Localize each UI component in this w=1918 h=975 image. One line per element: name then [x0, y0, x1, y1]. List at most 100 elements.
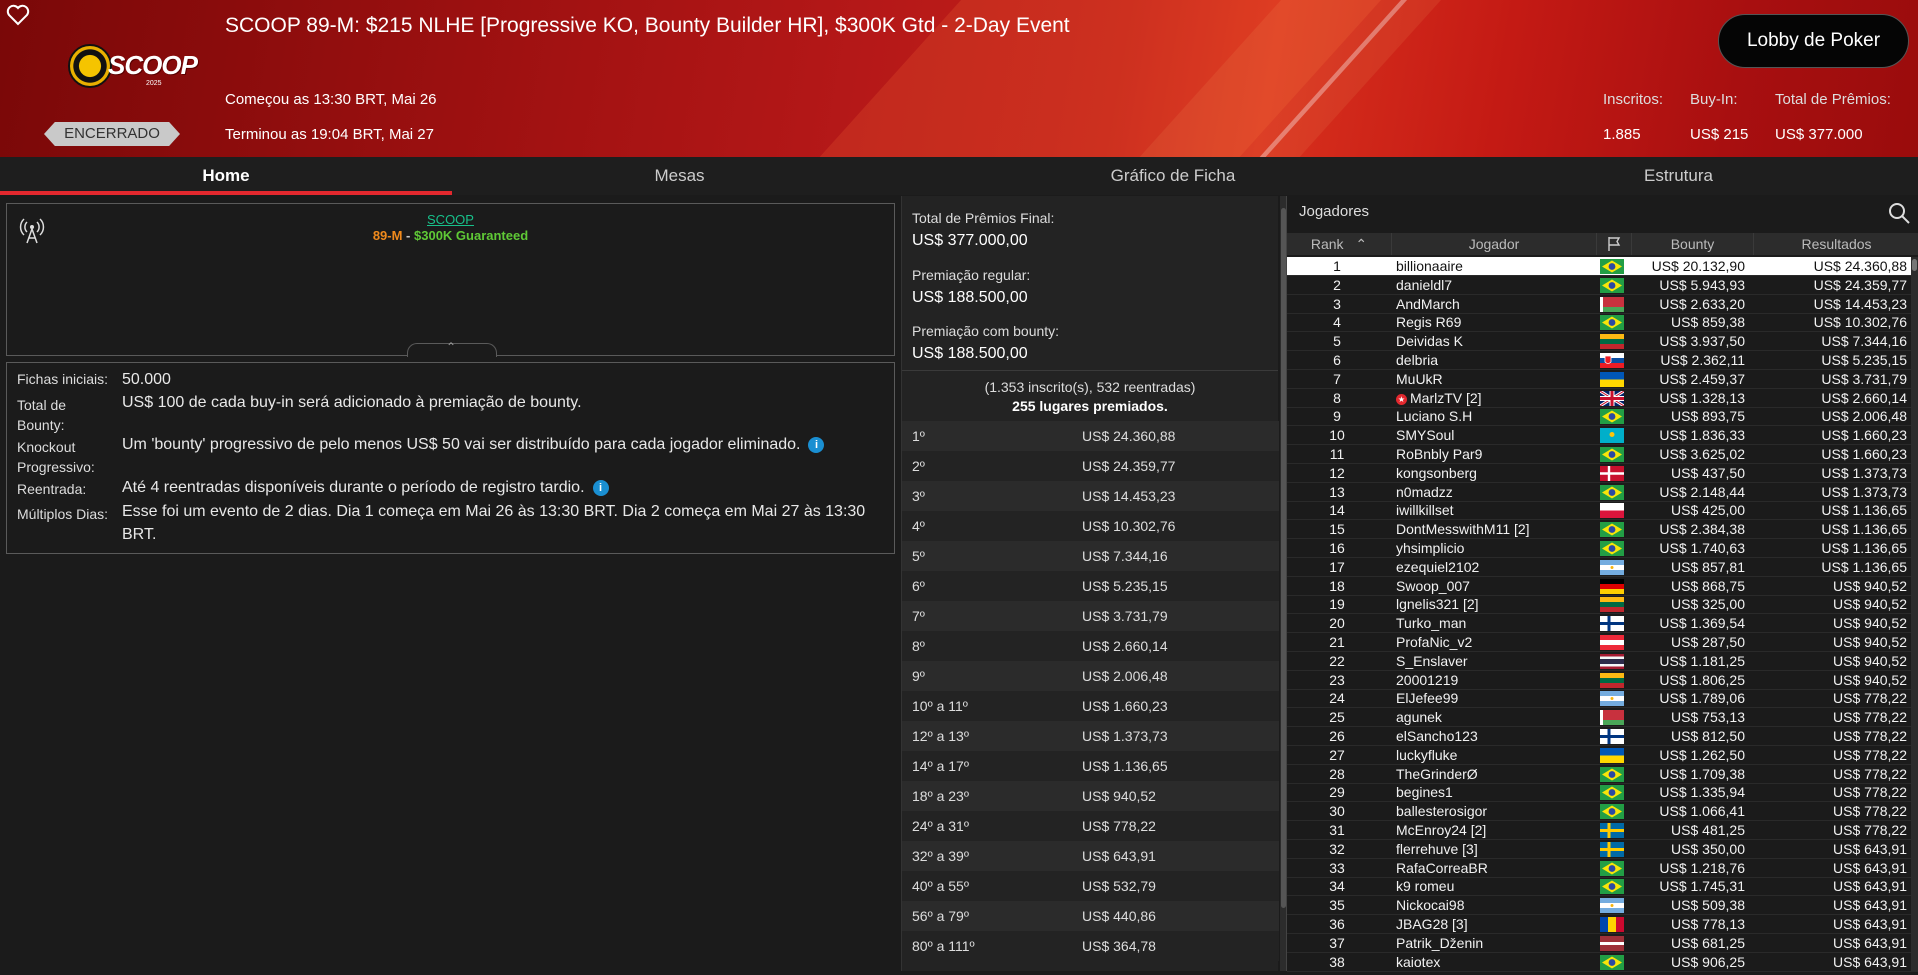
player-row[interactable]: 16 yhsimplicio US$ 1.740,63 US$ 1.136,65: [1287, 539, 1918, 558]
player-name: agunek: [1396, 709, 1442, 726]
flag-br-icon: [1600, 954, 1624, 970]
prize-row: 12º a 13º US$ 1.373,73: [902, 721, 1279, 751]
player-row[interactable]: 20 Turko_man US$ 1.369,54 US$ 940,52: [1287, 614, 1918, 634]
player-row[interactable]: 23 20001219 US$ 1.806,25 US$ 940,52: [1287, 671, 1918, 690]
player-row[interactable]: 27 luckyfluke US$ 1.262,50 US$ 778,22: [1287, 746, 1918, 765]
prize-row: 14º a 17º US$ 1.136,65: [902, 751, 1279, 781]
column-results[interactable]: Resultados: [1754, 233, 1918, 255]
player-bounty: US$ 5.943,93: [1659, 276, 1745, 293]
player-row[interactable]: 28 TheGrinderØ US$ 1.709,38 US$ 778,22: [1287, 765, 1918, 784]
player-row[interactable]: 19 lgnelis321 [2] US$ 325,00 US$ 940,52: [1287, 595, 1918, 615]
player-row[interactable]: 9 Luciano S.H US$ 893,75 US$ 2.006,48: [1287, 407, 1918, 427]
tab-chip-graph[interactable]: Gráfico de Ficha: [907, 157, 1439, 195]
prize-place: 2º: [912, 458, 925, 474]
entrants-label: Inscritos:: [1603, 91, 1664, 108]
tab-home[interactable]: Home: [0, 157, 452, 195]
player-row[interactable]: 7 MuUkR US$ 2.459,37 US$ 3.731,79: [1287, 370, 1918, 389]
player-bounty: US$ 906,25: [1671, 953, 1745, 970]
player-row[interactable]: 25 agunek US$ 753,13 US$ 778,22: [1287, 708, 1918, 728]
player-row[interactable]: 35 Nickocai98 US$ 509,38 US$ 643,91: [1287, 896, 1918, 916]
player-bounty: US$ 350,00: [1671, 840, 1745, 857]
entrants-value: 1.885: [1603, 126, 1641, 143]
player-row[interactable]: 34 k9 romeu US$ 1.745,31 US$ 643,91: [1287, 877, 1918, 897]
player-row[interactable]: 30 ballesterosigor US$ 1.066,41 US$ 778,22: [1287, 802, 1918, 822]
player-row[interactable]: 31 McEnroy24 [2] US$ 481,25 US$ 778,22: [1287, 821, 1918, 840]
player-row[interactable]: 18 Swoop_007 US$ 868,75 US$ 940,52: [1287, 577, 1918, 596]
player-name: MuUkR: [1396, 370, 1443, 387]
player-result: US$ 1.373,73: [1821, 483, 1907, 500]
player-row[interactable]: 11 RoBnbly Par9 US$ 3.625,02 US$ 1.660,23: [1287, 445, 1918, 464]
player-row[interactable]: 13 n0madzz US$ 2.148,44 US$ 1.373,73: [1287, 483, 1918, 502]
prize-amount: US$ 14.453,23: [1082, 488, 1176, 504]
flag-de-icon: [1600, 578, 1624, 594]
scoop-link[interactable]: SCOOP: [7, 212, 894, 227]
prize-place: 14º a 17º: [912, 758, 969, 774]
player-name: Luciano S.H: [1396, 408, 1473, 425]
column-bounty[interactable]: Bounty: [1632, 233, 1754, 255]
player-row[interactable]: 2 danieldl7 US$ 5.943,93 US$ 24.359,77: [1287, 276, 1918, 295]
pokerstars-pro-icon: ★: [1396, 393, 1407, 405]
player-row[interactable]: 24 ElJefee99 US$ 1.789,06 US$ 778,22: [1287, 689, 1918, 709]
player-result: US$ 643,91: [1833, 878, 1907, 895]
players-scrollbar[interactable]: [1911, 257, 1918, 971]
prize-amount: US$ 364,78: [1082, 938, 1156, 954]
prize-place: 32º a 39º: [912, 848, 969, 864]
player-row[interactable]: 10 SMYSoul US$ 1.836,33 US$ 1.660,23: [1287, 426, 1918, 446]
player-result: US$ 940,52: [1833, 615, 1907, 632]
total-prize-label: Total de Prêmios Final:: [912, 210, 1055, 226]
player-row[interactable]: 22 S_Enslaver US$ 1.181,25 US$ 940,52: [1287, 652, 1918, 671]
player-row[interactable]: 6 delbria US$ 2.362,11 US$ 5.235,15: [1287, 351, 1918, 370]
search-icon[interactable]: [1887, 201, 1911, 225]
prize-place: 1º: [912, 428, 925, 444]
player-name: Nickocai98: [1396, 897, 1465, 914]
player-result: US$ 1.136,65: [1821, 502, 1907, 519]
player-row[interactable]: 15 DontMesswithM11 [2] US$ 2.384,38 US$ 1.1…: [1287, 520, 1918, 540]
flag-br-icon: [1600, 259, 1624, 274]
player-row[interactable]: 21 ProfaNic_v2 US$ 287,50 US$ 940,52: [1287, 633, 1918, 652]
player-result: US$ 3.731,79: [1821, 370, 1907, 387]
player-name: billionaaire: [1396, 258, 1463, 274]
info-icon[interactable]: i: [808, 437, 825, 453]
flag-lt-icon: [1600, 334, 1624, 350]
player-rank: 20: [1329, 615, 1345, 632]
info-icon[interactable]: i: [592, 480, 609, 496]
player-name: n0madzz: [1396, 483, 1453, 500]
flag-br-icon: [1600, 409, 1624, 425]
tab-tables[interactable]: Mesas: [452, 157, 907, 195]
player-row[interactable]: 26 elSancho123 US$ 812,50 US$ 778,22: [1287, 727, 1918, 746]
collapse-handle[interactable]: ⌃: [407, 340, 497, 357]
player-row[interactable]: 4 Regis R69 US$ 859,38 US$ 10.302,76: [1287, 313, 1918, 333]
player-row[interactable]: 37 Patrik_Dženin US$ 681,25 US$ 643,91: [1287, 934, 1918, 953]
info-label: Reentrada:: [17, 481, 87, 497]
player-bounty: US$ 481,25: [1671, 822, 1745, 838]
player-rank: 6: [1333, 352, 1341, 368]
player-row[interactable]: 33 RafaCorreaBR US$ 1.218,76 US$ 643,91: [1287, 859, 1918, 878]
player-row[interactable]: 3 AndMarch US$ 2.633,20 US$ 14.453,23: [1287, 295, 1918, 314]
flag-dk-icon: [1600, 465, 1624, 481]
poker-lobby-button[interactable]: Lobby de Poker: [1718, 14, 1909, 68]
players-table-header: Rank ⌃ Jogador Bounty Resultados: [1287, 233, 1918, 255]
player-bounty: US$ 859,38: [1671, 314, 1745, 331]
player-name: DontMesswithM11 [2]: [1396, 521, 1530, 538]
tab-structure[interactable]: Estrutura: [1439, 157, 1918, 195]
prize-row: 18º a 23º US$ 940,52: [902, 781, 1279, 811]
player-row[interactable]: 17 ezequiel2102 US$ 857,81 US$ 1.136,65: [1287, 558, 1918, 577]
player-row[interactable]: 12 kongsonberg US$ 437,50 US$ 1.373,73: [1287, 464, 1918, 483]
player-row[interactable]: 1 billionaaire US$ 20.132,90 US$ 24.360,88: [1287, 257, 1918, 276]
player-row[interactable]: 29 begines1 US$ 1.335,94 US$ 778,22: [1287, 783, 1918, 803]
player-bounty: US$ 1.262,50: [1659, 746, 1745, 763]
player-row[interactable]: 32 flerrehuve [3] US$ 350,00 US$ 643,91: [1287, 840, 1918, 859]
player-rank: 35: [1329, 897, 1345, 914]
player-row[interactable]: 36 JBAG28 [3] US$ 778,13 US$ 643,91: [1287, 915, 1918, 934]
flag-br-icon: [1600, 879, 1624, 895]
player-row[interactable]: 8 ★ MarlzTV [2] US$ 1.328,13 US$ 2.660,14: [1287, 389, 1918, 408]
player-row[interactable]: 5 Deividas K US$ 3.937,50 US$ 7.344,16: [1287, 332, 1918, 352]
column-rank[interactable]: Rank ⌃: [1287, 233, 1392, 255]
player-row[interactable]: 14 iwillkillset US$ 425,00 US$ 1.136,65: [1287, 501, 1918, 521]
prize-place: 12º a 13º: [912, 728, 969, 744]
column-flag[interactable]: [1597, 233, 1632, 255]
column-player[interactable]: Jogador: [1392, 233, 1597, 255]
heart-icon[interactable]: [6, 4, 30, 26]
player-row[interactable]: 38 kaiotex US$ 906,25 US$ 643,91: [1287, 953, 1918, 972]
status-badge: ENCERRADO: [44, 122, 180, 146]
